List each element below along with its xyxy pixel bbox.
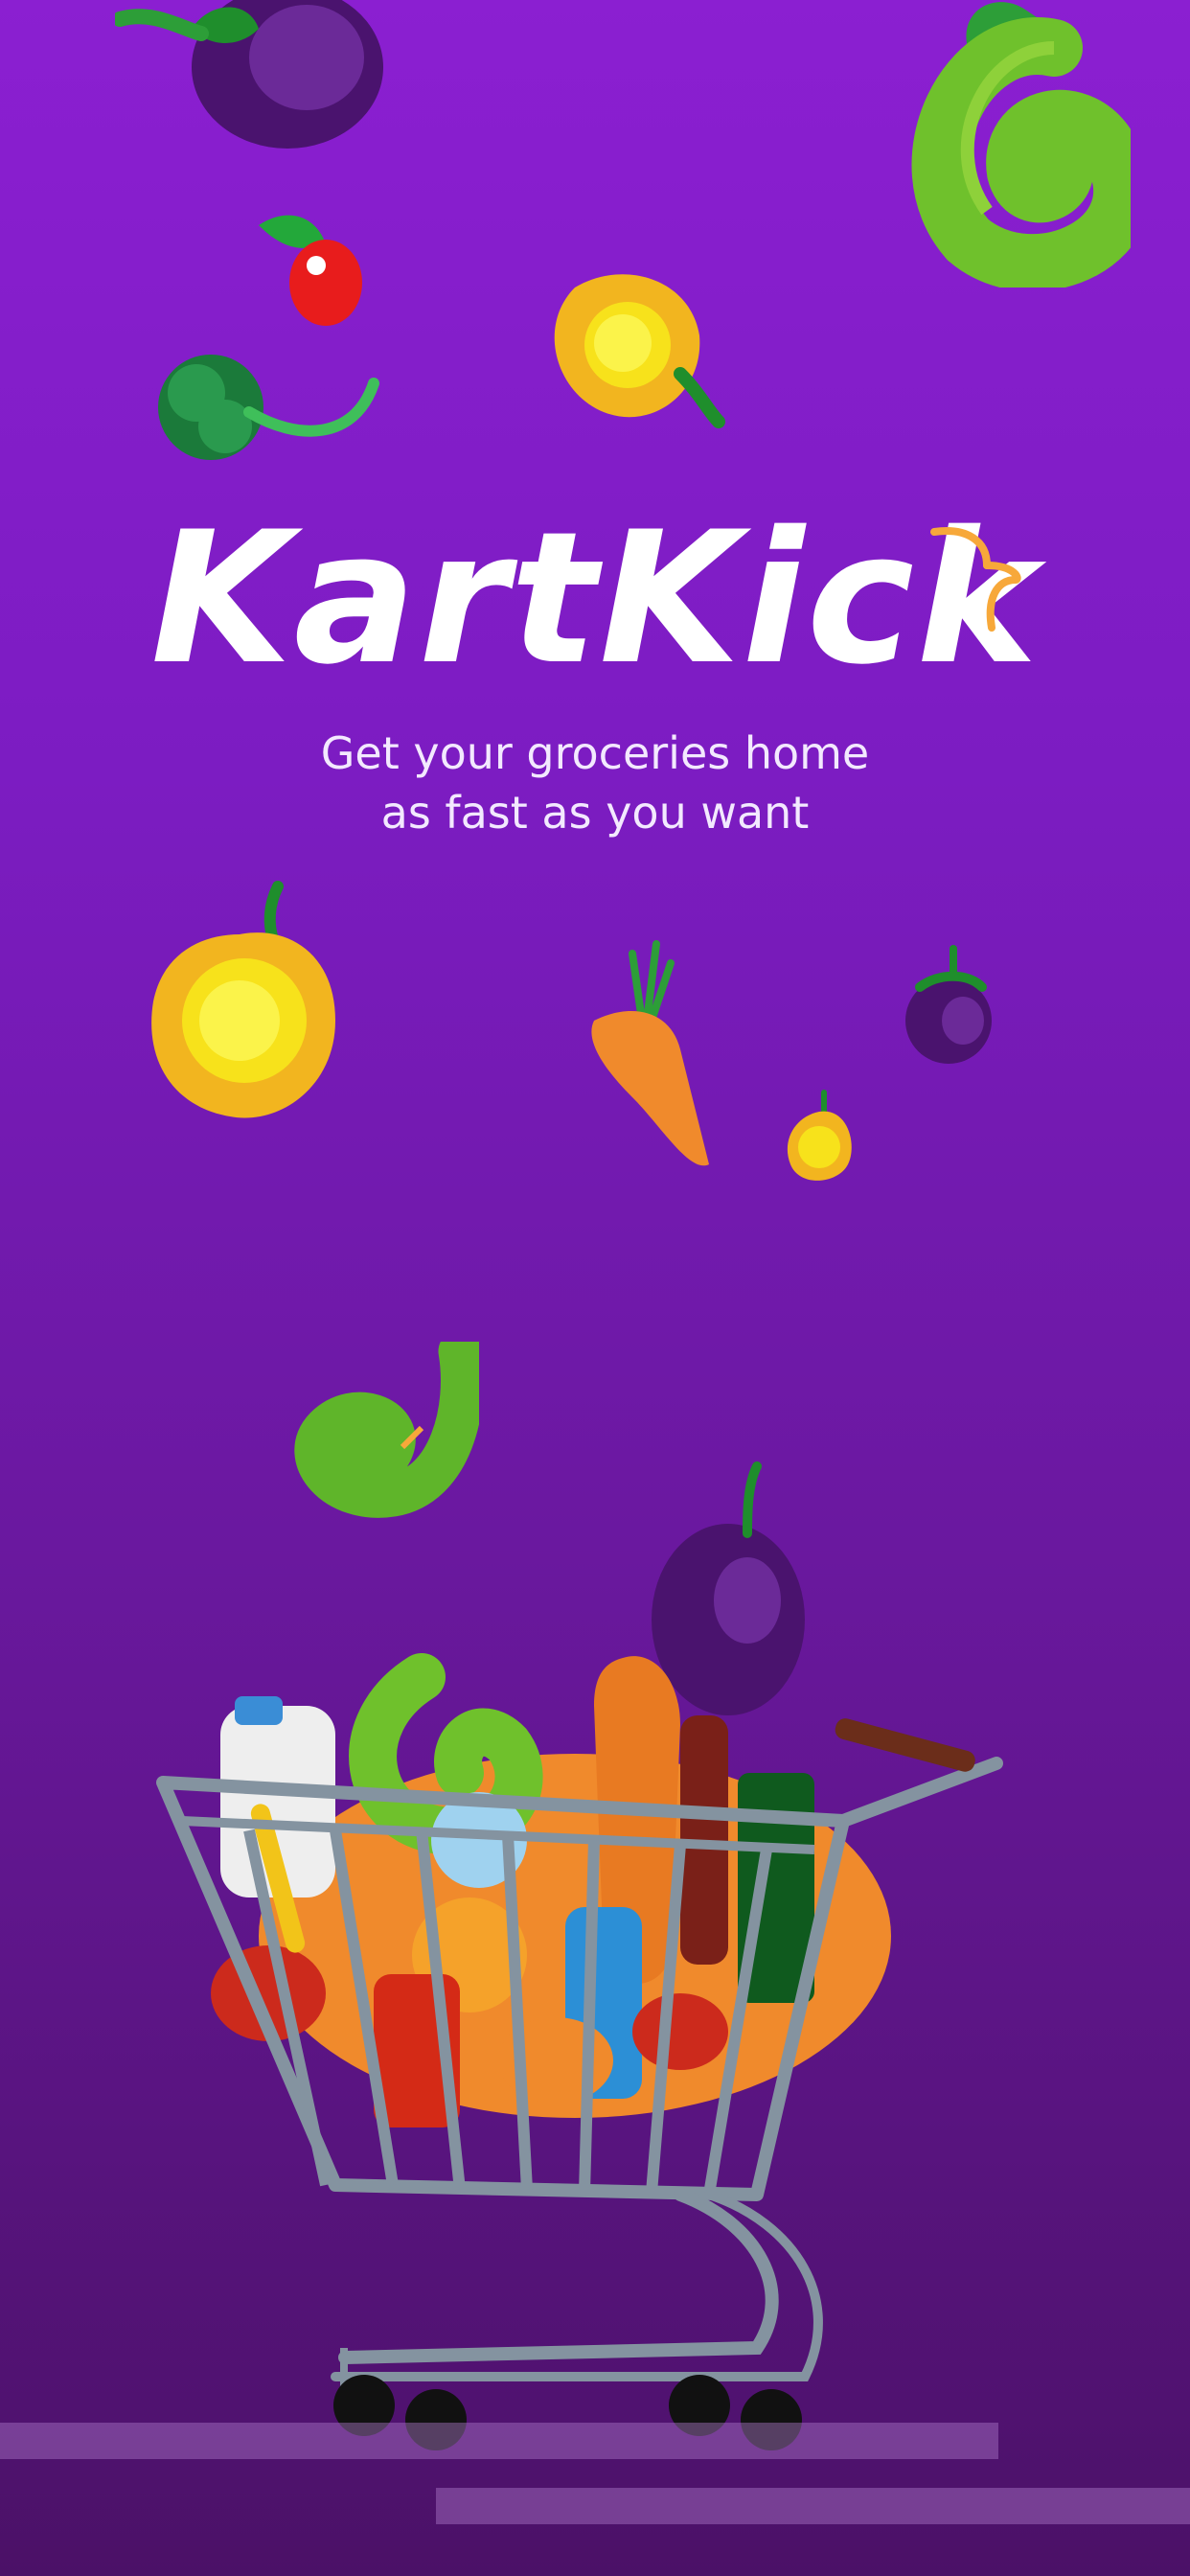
green-chili-icon xyxy=(911,2,1131,288)
splash-screen: KartKick Get your groceries home as fast… xyxy=(0,0,1190,2576)
sparkle-icon xyxy=(930,527,1021,632)
eggplant-icon xyxy=(115,0,383,149)
tagline-line-1: Get your groceries home xyxy=(320,727,870,779)
tagline: Get your groceries home as fast as you w… xyxy=(0,724,1190,842)
yellow-pepper-icon xyxy=(151,881,335,1118)
yellow-pepper-icon xyxy=(554,274,725,428)
floor-stripe xyxy=(0,2423,998,2459)
floor-stripe xyxy=(436,2488,1190,2524)
carrot-icon xyxy=(591,940,709,1166)
yellow-pepper-icon xyxy=(787,1090,852,1181)
tagline-line-2: as fast as you want xyxy=(380,787,810,839)
eggplant-icon xyxy=(905,945,992,1064)
red-pepper-icon xyxy=(259,215,362,326)
broccoli-icon xyxy=(158,355,379,460)
shopping-cart-icon xyxy=(156,1461,1003,2450)
